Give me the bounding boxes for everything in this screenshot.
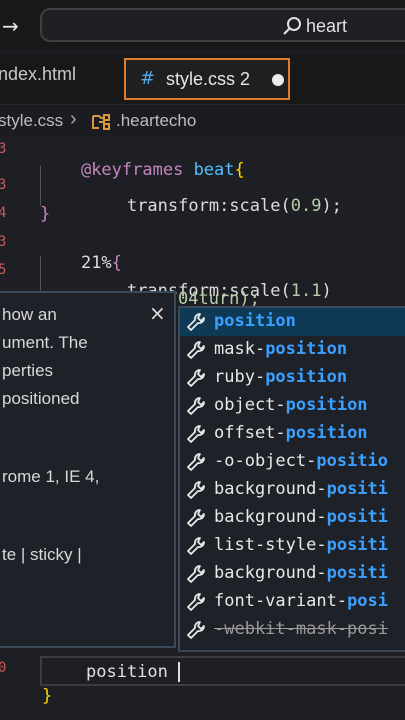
doc-text: te | sticky | — [2, 545, 82, 564]
wrench-icon — [187, 481, 205, 499]
code-line: 3 21%{ — [0, 234, 122, 273]
suggestion-item[interactable]: ruby-position — [180, 364, 405, 392]
css-rule-icon — [92, 114, 110, 130]
search-icon — [283, 17, 301, 35]
tab-label: style.css 2 — [166, 69, 251, 89]
autocomplete-suggestions[interactable]: position mask-position ruby-position object… — [178, 306, 405, 652]
suggestion-item[interactable]: -webkit-mask-posi — [180, 616, 405, 644]
suggestion-item[interactable]: position — [180, 308, 405, 336]
line-number: 0 — [0, 660, 7, 676]
code-line: 3 @keyframes beat{ — [0, 141, 245, 180]
suggestion-item[interactable]: background-positi — [180, 476, 405, 504]
typed-text: position — [86, 662, 168, 682]
unsaved-dot-icon[interactable] — [272, 74, 284, 86]
suggestion-label: mask-position — [214, 339, 348, 359]
problem-count-badge: 2 — [240, 69, 251, 89]
tab-label: index.html — [0, 64, 77, 84]
wrench-icon — [187, 621, 205, 639]
wrench-icon — [187, 397, 205, 415]
suggestion-label: offset-position — [214, 423, 368, 443]
command-center-search[interactable]: heart — [40, 8, 405, 42]
suggestion-label: ruby-position — [214, 367, 348, 387]
wrench-icon — [187, 313, 205, 331]
line-number: 3 — [0, 141, 7, 157]
line-number: 3 — [0, 234, 7, 250]
suggestion-item[interactable]: list-style-positi — [180, 532, 405, 560]
suggestion-label: -o-object-positio — [214, 451, 389, 471]
suggestion-item[interactable]: -o-object-positio — [180, 448, 405, 476]
title-bar: → heart — [0, 0, 405, 50]
wrench-icon — [187, 425, 205, 443]
line-number: 4 — [0, 205, 7, 221]
breadcrumb: style.css › .heartecho — [0, 106, 405, 136]
doc-text: ument. The — [2, 333, 88, 352]
code-line: 3 transform:scale(0.9); — [0, 177, 342, 216]
suggestion-label: list-style-positi — [214, 535, 389, 555]
wrench-icon — [187, 369, 205, 387]
tab-style-css[interactable]: # style.css 2 — [124, 58, 290, 100]
suggestion-label: background-positi — [214, 479, 389, 499]
suggestion-label: -webkit-mask-posi — [214, 619, 388, 639]
suggestion-item[interactable]: object-position — [180, 392, 405, 420]
wrench-icon — [187, 537, 205, 555]
current-line-highlight[interactable]: position — [40, 656, 405, 686]
suggestion-item[interactable]: offset-position — [180, 420, 405, 448]
doc-text: rome 1, IE 4, — [2, 467, 100, 486]
suggestion-label: position — [214, 311, 296, 331]
forward-arrow-icon[interactable]: → — [2, 14, 19, 38]
wrench-icon — [187, 453, 205, 471]
suggestion-label: object-position — [214, 395, 368, 415]
css-file-icon: # — [140, 68, 156, 89]
chevron-right-icon: › — [70, 108, 77, 130]
tab-index-html[interactable]: index.html — [0, 54, 112, 102]
editor-tab-bar: index.html # style.css 2 — [0, 54, 405, 105]
text-cursor — [178, 662, 180, 682]
hover-documentation: × how an ument. The perties positioned r… — [0, 291, 176, 648]
closing-brace: } — [42, 686, 53, 706]
suggestion-item[interactable]: font-variant-posi — [180, 588, 405, 616]
wrench-icon — [187, 341, 205, 359]
breadcrumb-rule[interactable]: .heartecho — [116, 111, 196, 131]
suggestion-item[interactable]: background-positi — [180, 560, 405, 588]
doc-text: positioned — [2, 389, 80, 408]
suggestion-item[interactable]: background-positi — [180, 504, 405, 532]
suggestion-label: background-positi — [214, 507, 389, 527]
suggestion-label: font-variant-posi — [214, 591, 389, 611]
doc-text: how an — [2, 305, 57, 324]
suggestion-item[interactable]: mask-position — [180, 336, 405, 364]
wrench-icon — [187, 593, 205, 611]
wrench-icon — [187, 509, 205, 527]
code-line: 4 } — [0, 204, 51, 224]
code-line: 5 transform:scale(1.1) — [0, 262, 332, 301]
line-number: 5 — [0, 262, 7, 278]
search-text: heart — [306, 16, 348, 36]
doc-text: perties — [2, 361, 54, 380]
suggestion-label: background-positi — [214, 563, 389, 583]
line-number: 3 — [0, 177, 7, 193]
breadcrumb-file[interactable]: style.css — [0, 111, 63, 131]
wrench-icon — [187, 565, 205, 583]
close-icon[interactable]: × — [149, 301, 166, 325]
